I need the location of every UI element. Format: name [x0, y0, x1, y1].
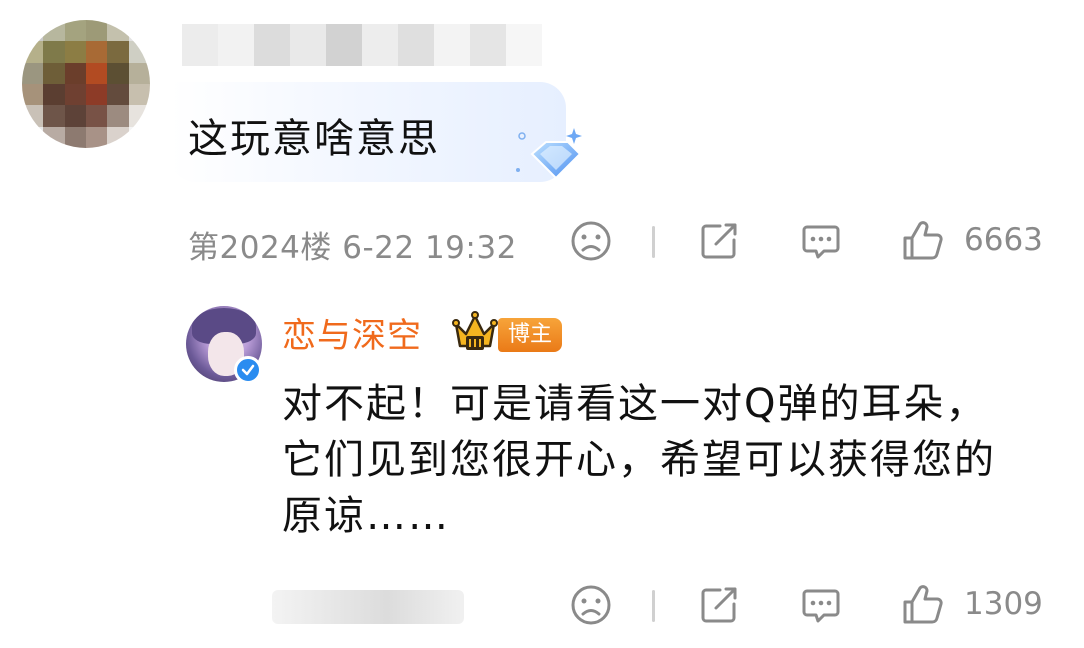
- comment-button[interactable]: [798, 582, 844, 628]
- dislike-button[interactable]: [568, 218, 614, 264]
- diamond-gem-icon: [516, 128, 582, 180]
- reply-text: 对不起！可是请看这一对Q弹的耳朵，它们见到您很开心，希望可以获得您的原谅……: [282, 381, 996, 539]
- verified-badge: [234, 356, 262, 384]
- reply-meta-row: 1309: [0, 576, 1084, 636]
- blogger-badge: 博主: [498, 318, 563, 352]
- commenter-name-blurred[interactable]: [182, 24, 542, 66]
- comment-meta-row: 第2024楼 6-22 19:32 6663: [0, 212, 1084, 272]
- like-button[interactable]: [900, 582, 946, 628]
- comment-bubble: 这玩意啥意思: [170, 82, 582, 182]
- like-thumb-icon: [903, 221, 943, 260]
- divider: [652, 226, 655, 258]
- floor-and-time: 第2024楼 6-22 19:32: [188, 230, 517, 266]
- comment-button[interactable]: [798, 218, 844, 264]
- like-thumb-icon: [903, 585, 943, 624]
- dislike-face-icon: [571, 221, 611, 261]
- comment-icon: [802, 589, 840, 623]
- check-icon: [241, 364, 255, 376]
- like-count: 1309: [964, 586, 1043, 622]
- reply-floor-time-blurred: [272, 590, 464, 624]
- author-name[interactable]: 恋与深空: [282, 308, 422, 357]
- like-button[interactable]: [900, 218, 946, 264]
- commenter-avatar-blurred[interactable]: [22, 20, 150, 148]
- divider: [652, 590, 655, 622]
- dislike-face-icon: [571, 585, 611, 625]
- share-button[interactable]: [696, 218, 742, 264]
- comment-text: 这玩意啥意思: [188, 116, 440, 162]
- dislike-button[interactable]: [568, 582, 614, 628]
- like-count: 6663: [964, 222, 1043, 258]
- share-button[interactable]: [696, 582, 742, 628]
- crown-level-icon: [452, 311, 498, 350]
- share-icon: [701, 587, 737, 623]
- comment-icon: [802, 225, 840, 259]
- share-icon: [701, 223, 737, 259]
